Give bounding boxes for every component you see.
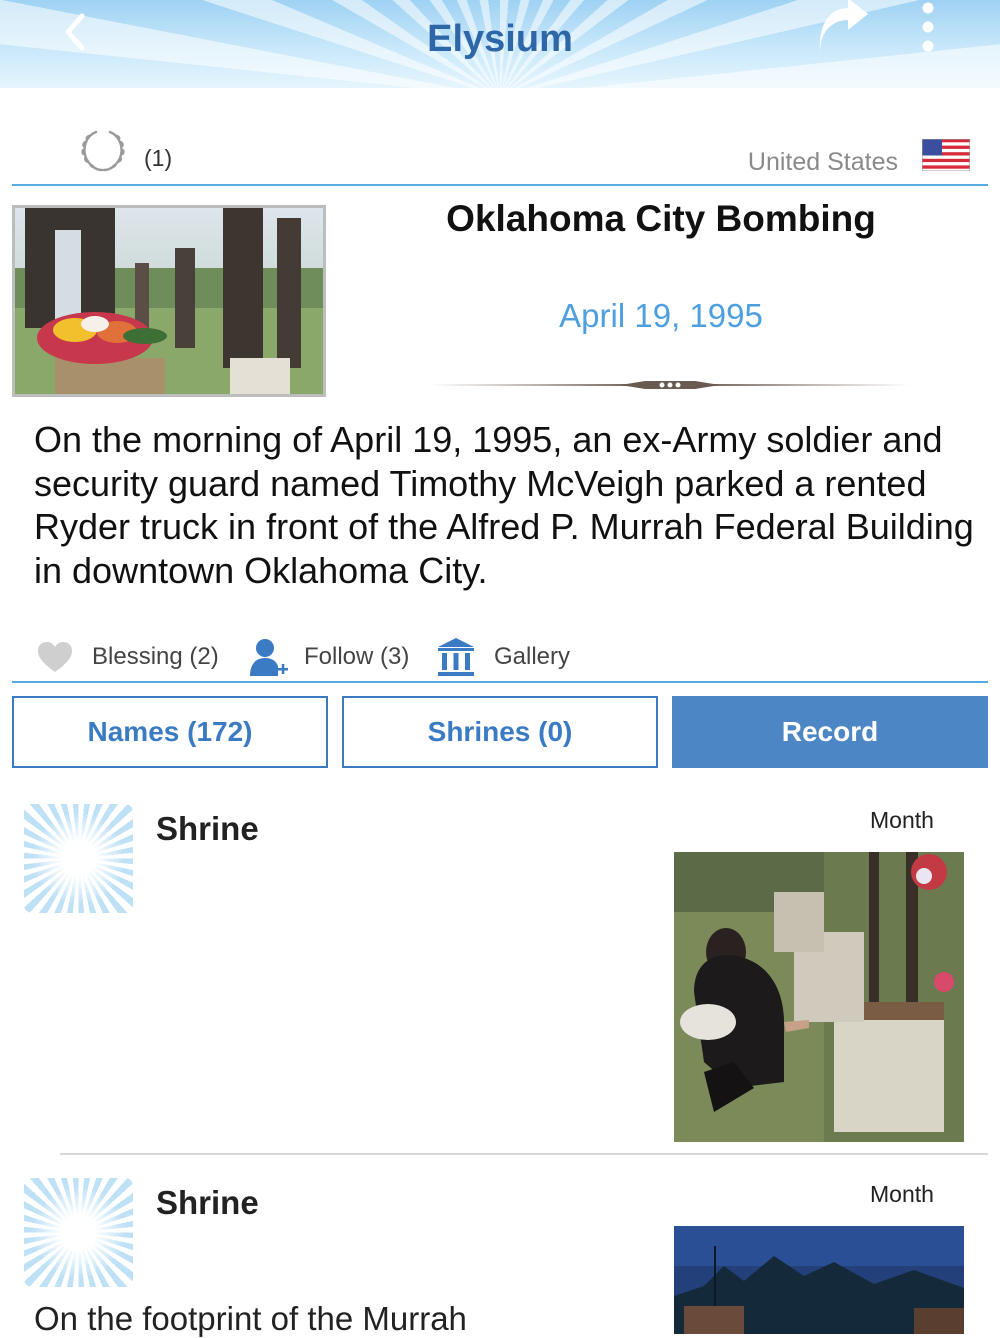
us-flag-icon [922,139,970,171]
names-button[interactable]: Names (172) [12,696,328,768]
period-label: Month [870,1181,934,1207]
blessing-action[interactable]: Blessing (2) [36,632,219,682]
shrine-title[interactable]: Shrine [156,1184,259,1222]
share-button[interactable] [812,0,872,56]
more-vertical-icon [922,2,934,52]
shrine-title[interactable]: Shrine [156,810,259,848]
ornament-divider [430,381,910,389]
follow-label: Follow (3) [304,643,410,670]
section-divider [12,681,988,683]
action-bar: Blessing (2) Follow (3) Gallery [0,632,1000,682]
memorial-photo[interactable] [12,205,326,397]
record-button[interactable]: Record [672,696,988,768]
laurel-wreath-icon [81,130,125,172]
gallery-label: Gallery [494,643,571,670]
event-title: Oklahoma City Bombing [446,198,876,239]
section-divider [12,184,988,186]
event-date: April 19, 1995 [559,297,763,334]
feed-photo[interactable] [674,1226,964,1334]
more-options-button[interactable] [912,0,944,56]
app-header: Elysium [0,0,1000,88]
add-user-icon [250,639,288,676]
shrine-avatar[interactable] [24,1178,133,1287]
heart-icon [38,642,72,672]
shrines-button[interactable]: Shrines (0) [342,696,658,768]
shrine-description: On the footprint of the Murrah [34,1300,467,1337]
feed-photo[interactable] [674,852,964,1142]
gallery-action[interactable]: Gallery [436,632,570,682]
museum-icon [438,638,474,676]
shrine-avatar[interactable] [24,804,133,913]
feed-divider [60,1153,988,1155]
wreath-count: (1) [144,145,173,171]
blessing-label: Blessing (2) [92,643,219,670]
country-label: United States [747,148,898,176]
event-description: On the morning of April 19, 1995, an ex-… [34,419,974,591]
follow-action[interactable]: Follow (3) [248,632,409,682]
share-arrow-icon [819,0,868,52]
period-label: Month [870,807,934,833]
